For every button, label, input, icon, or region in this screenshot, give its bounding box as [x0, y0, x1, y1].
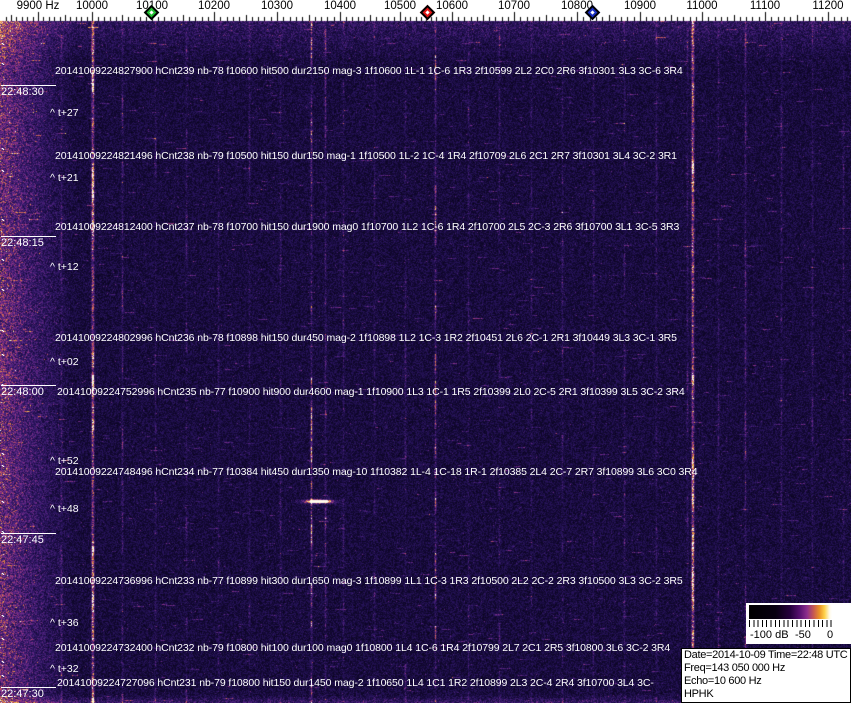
time-axis-label: 22:48:15 [1, 236, 56, 249]
time-offset-marker: ^ t+12 [50, 261, 79, 273]
time-axis-label: 22:47:45 [1, 533, 56, 546]
freq-tick-label: 10000 [76, 0, 108, 12]
db-color-scale: -100 dB -50 0 [746, 603, 851, 644]
freq-tick-label: 11000 [686, 0, 718, 12]
detection-text: 20141009224802996 hCnt236 nb-78 f10898 h… [55, 332, 677, 344]
edge-tick-mark: ` [1, 146, 5, 160]
detection-text: 20141009224812400 hCnt237 nb-78 f10700 h… [55, 221, 680, 233]
edge-tick-mark: ` [1, 287, 5, 301]
edge-tick-mark: ` [1, 41, 5, 55]
freq-tick-label: 11100 [749, 0, 781, 12]
db-scale-labels: -100 dB -50 0 [746, 629, 851, 643]
freq-tick-label: 10600 [436, 0, 468, 12]
detection-text: 20141009224748496 hCnt234 nb-77 f10384 h… [55, 466, 698, 478]
detection-text: 20141009224752996 hCnt235 nb-77 f10900 h… [57, 386, 685, 398]
freq-tick-label: 10300 [261, 0, 293, 12]
info-frequency: Freq=143 050 000 Hz [684, 662, 786, 674]
time-offset-marker: ^ t+32 [50, 663, 79, 675]
status-info-box: Date=2014-10-09 Time=22:48 UTC Freq=143 … [681, 648, 851, 703]
edge-tick-mark: ` [1, 257, 5, 271]
edge-tick-mark: ` [1, 217, 5, 231]
time-offset-marker: ^ t+48 [50, 503, 79, 515]
detection-text: 20141009224736996 hCnt233 nb-77 f10899 h… [55, 575, 683, 587]
edge-tick-mark: ` [1, 499, 5, 513]
time-offset-marker: ^ t+27 [50, 107, 79, 119]
edge-tick-mark: ` [1, 463, 5, 477]
time-offset-marker: ^ t+36 [50, 617, 79, 629]
edge-tick-mark: ` [1, 613, 5, 627]
edge-tick-mark: ` [1, 571, 5, 585]
edge-tick-mark: ` [1, 636, 5, 650]
time-axis-label: 22:48:30 [1, 85, 56, 98]
time-offset-marker: ^ t+21 [50, 172, 79, 184]
info-echo: Echo=10 600 Hz [684, 675, 762, 687]
info-station: HPHK [684, 688, 714, 700]
edge-tick-mark: ` [1, 328, 5, 342]
db-scale-ticks [749, 620, 835, 627]
db-label-mid: -50 [795, 629, 811, 641]
freq-tick-label: 10700 [498, 0, 530, 12]
db-gradient-strip [749, 605, 832, 619]
detection-text: 20141009224732400 hCnt232 nb-79 f10800 h… [55, 642, 671, 654]
edge-tick-mark: ` [1, 529, 5, 543]
freq-tick-label: 10900 [624, 0, 656, 12]
freq-marker-red-diamond[interactable] [419, 4, 436, 21]
info-date-time: Date=2014-10-09 Time=22:48 UTC [684, 649, 848, 661]
time-axis-label: 22:47:30 [1, 687, 56, 700]
freq-tick-label: 11200 [812, 0, 844, 12]
freq-tick-label: 9900 Hz [16, 0, 60, 12]
edge-tick-mark: ` [1, 168, 5, 182]
time-offset-marker: ^ t+52 [50, 455, 79, 467]
edge-tick-mark: ` [1, 352, 5, 366]
edge-tick-mark: ` [1, 382, 5, 396]
freq-tick-label: 10500 [384, 0, 416, 12]
db-label-min: -100 dB [750, 629, 789, 641]
db-label-max: 0 [827, 629, 834, 641]
overlay-layer: 9900 Hz100001010010200103001040010500106… [0, 0, 851, 703]
detection-text: 20141009224821496 hCnt238 nb-79 f10500 h… [55, 150, 677, 162]
time-offset-marker: ^ t+02 [50, 356, 79, 368]
edge-tick-mark: ` [1, 61, 5, 75]
freq-tick-label: 10200 [198, 0, 230, 12]
detection-text: 20141009224727096 hCnt231 nb-79 f10800 h… [57, 677, 654, 689]
time-axis-label: 22:48:00 [1, 385, 56, 398]
freq-tick-label: 10400 [324, 0, 356, 12]
edge-tick-mark: ` [1, 673, 5, 687]
edge-tick-mark: ` [1, 659, 5, 673]
detection-text: 20141009224827900 hCnt239 nb-78 f10600 h… [55, 65, 683, 77]
edge-tick-mark: ` [1, 451, 5, 465]
